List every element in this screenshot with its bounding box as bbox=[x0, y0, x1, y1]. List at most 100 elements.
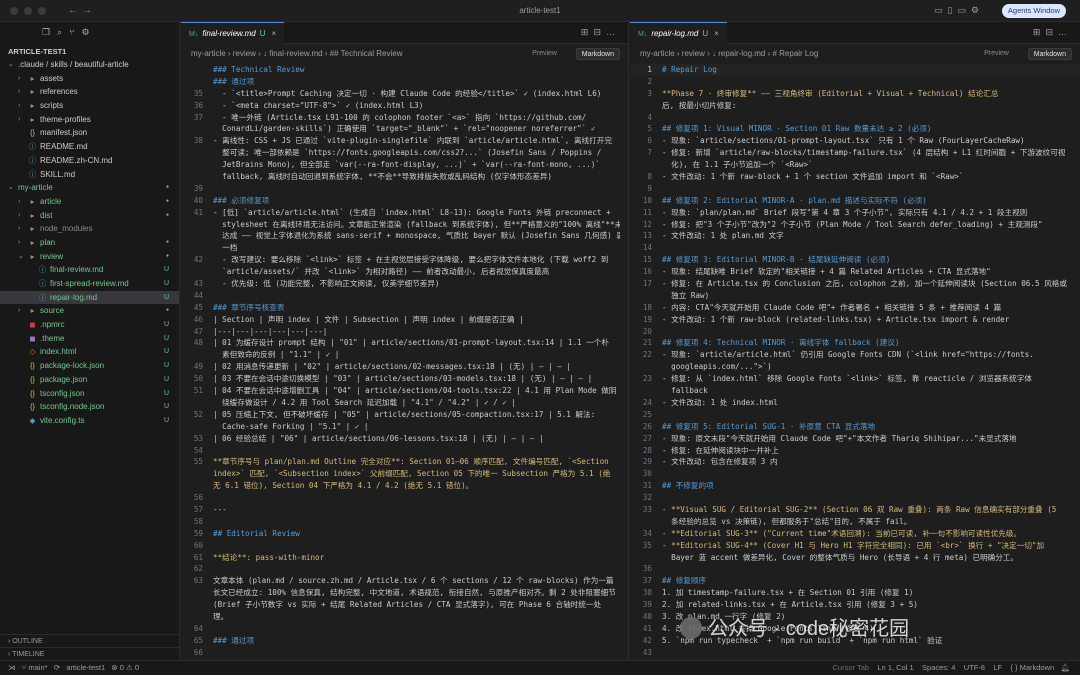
preview-toggle[interactable]: Preview bbox=[979, 48, 1014, 60]
code-line[interactable]: 8 - 文件改动: 1 个新 raw-block + 1 个 section 文件… bbox=[630, 171, 1080, 183]
code-line[interactable]: 33 - **Visual SUG / Editorial SUG-2** (Se… bbox=[630, 504, 1080, 516]
editor-actions-icons[interactable]: ⊞⊟… bbox=[1033, 27, 1072, 38]
problems-indicator[interactable]: ⊗ 0 ⚠ 0 bbox=[111, 663, 139, 672]
tree-folder-row[interactable]: › ▸ dist ● bbox=[0, 209, 179, 223]
tree-file-row[interactable]: ⓘ first-spread-review.md U bbox=[0, 277, 179, 291]
close-tab-icon[interactable]: × bbox=[271, 29, 276, 38]
code-line[interactable]: 55 **章节序号与 plan/plan.md Outline 完全对应**: S… bbox=[181, 456, 628, 468]
code-line[interactable]: 一档 bbox=[181, 242, 628, 254]
code-line[interactable]: ConardLi/garden-skills`) 正确使用 `target="_… bbox=[181, 123, 628, 135]
code-line[interactable]: 38 1. 加 timestamp-failure.tsx + 在 Section… bbox=[630, 587, 1080, 599]
code-line[interactable]: 25 bbox=[630, 409, 1080, 421]
code-line[interactable]: 38 - 离线性: CSS + JS 已通过 `vite-plugin-singl… bbox=[181, 135, 628, 147]
cursor-tab-status[interactable]: Cursor Tab bbox=[833, 663, 870, 672]
timeline-section[interactable]: › TIMELINE bbox=[0, 647, 180, 660]
tree-file-row[interactable]: ⓘ README.zh-CN.md bbox=[0, 154, 179, 168]
code-line[interactable]: 达成 —— 视觉上字体退化为系统 sans-serif + monospace,… bbox=[181, 230, 628, 242]
tree-file-row[interactable]: {} package-lock.json U bbox=[0, 359, 179, 373]
code-line[interactable]: 后, 按最小切片修复: bbox=[630, 100, 1080, 112]
code-line[interactable]: 48 | 01 为缓存设计 prompt 结构 | "01" | article/… bbox=[181, 337, 628, 349]
tree-file-row[interactable]: {} tsconfig.json U bbox=[0, 387, 179, 401]
code-line[interactable]: ### 通过项 bbox=[181, 76, 628, 88]
outline-section[interactable]: › OUTLINE bbox=[0, 634, 180, 647]
code-line[interactable]: 36 - `<meta charset="UTF-8">` ✓ (index.h… bbox=[181, 100, 628, 112]
editor-actions-icons[interactable]: ⊞⊟… bbox=[581, 27, 620, 38]
code-line[interactable]: 36 bbox=[630, 563, 1080, 575]
code-line[interactable]: 37 ## 修复顺序 bbox=[630, 575, 1080, 587]
code-line[interactable]: 10 ## 修复项 2: Editorial MINOR-A · plan.md … bbox=[630, 195, 1080, 207]
tree-folder-row[interactable]: › ▸ source ● bbox=[0, 304, 179, 318]
line-ending[interactable]: LF bbox=[993, 663, 1002, 672]
notifications-icon[interactable]: 🔔︎ bbox=[1060, 663, 1070, 672]
tree-file-row[interactable]: {} tsconfig.node.json U bbox=[0, 400, 179, 414]
tree-file-row[interactable]: ◼ .theme U bbox=[0, 332, 179, 346]
code-line[interactable]: 15 ## 修复项 3: Editorial MINOR-B · 结尾缺延伸阅读 … bbox=[630, 254, 1080, 266]
code-line[interactable]: 59 ## Editorial Review bbox=[181, 528, 628, 540]
code-line[interactable]: 26 ## 修复项 5: Editorial SUG-1 · 补原意 CTA 显式… bbox=[630, 421, 1080, 433]
code-line[interactable]: 60 bbox=[181, 540, 628, 552]
code-line[interactable]: 31 ## 不修复的项 bbox=[630, 480, 1080, 492]
agents-window-button[interactable]: Agents Window bbox=[1001, 4, 1066, 18]
code-line[interactable]: 58 bbox=[181, 516, 628, 528]
code-line[interactable]: 9 bbox=[630, 183, 1080, 195]
code-line[interactable]: 50 | 03 不要在会话中途切换模型 | "03" | article/sect… bbox=[181, 373, 628, 385]
code-line[interactable]: 无 6.1 错位), Section 04 下严格为 4.1 / 4.2 (绝无… bbox=[181, 480, 628, 492]
code-line[interactable]: 24 - 文件改动: 1 处 index.html bbox=[630, 397, 1080, 409]
tree-folder-row[interactable]: ⌄ .claude / skills / beautiful-article bbox=[0, 58, 179, 72]
remote-icon[interactable]: ⋊ bbox=[8, 663, 16, 672]
breadcrumb-path[interactable]: my-article › review › ↓ final-review.md … bbox=[191, 49, 402, 58]
code-line[interactable]: 53 | 06 经验总结 | "06" | article/sections/06… bbox=[181, 433, 628, 445]
code-line[interactable]: 11 - 现象: `plan/plan.md` Brief 段写"第 4 章 3 … bbox=[630, 207, 1080, 219]
tree-folder-row[interactable]: › ▸ references bbox=[0, 85, 179, 99]
chevron-right-icon[interactable]: › bbox=[18, 113, 26, 127]
tree-file-row[interactable]: ⓘ SKILL.md bbox=[0, 168, 179, 182]
code-line[interactable]: 52 | 05 压缩上下文, 但不破坏缓存 | "05" | article/se… bbox=[181, 409, 628, 421]
sync-icon[interactable]: ⟳ bbox=[54, 663, 60, 672]
code-line[interactable]: 46 | Section | 声明 index | 文件 | Subsection… bbox=[181, 314, 628, 326]
code-line[interactable]: 37 - 唯一外链 (Article.tsx L91-100 的 colopho… bbox=[181, 112, 628, 124]
code-line[interactable]: 13 - 文件改动: 1 处 plan.md 文字 bbox=[630, 230, 1080, 242]
tree-folder-row[interactable]: › ▸ assets bbox=[0, 72, 179, 86]
tree-folder-row[interactable]: › ▸ scripts bbox=[0, 99, 179, 113]
code-line[interactable]: 49 | 02 用消息传递更新 | "02" | article/sections… bbox=[181, 361, 628, 373]
code-line[interactable]: ### Technical Review bbox=[181, 64, 628, 76]
tree-file-row[interactable]: ◼ .npmrc U bbox=[0, 318, 179, 332]
code-line[interactable]: 35 - **Editorial SUG-4** (Cover H1 与 Hero… bbox=[630, 540, 1080, 552]
chevron-right-icon[interactable]: › bbox=[18, 209, 26, 223]
tab-repair-log[interactable]: M↓ repair-log.md U × bbox=[630, 22, 727, 44]
tree-folder-row[interactable]: ⌄ ▸ review ● bbox=[0, 250, 179, 264]
workspace-root-label[interactable]: ARTICLE-TEST1 bbox=[0, 44, 179, 58]
chevron-down-icon[interactable]: ⌄ bbox=[8, 181, 16, 195]
code-line[interactable]: 57 --- bbox=[181, 504, 628, 516]
code-line[interactable]: 47 |---|---|---|---|---|---| bbox=[181, 326, 628, 338]
code-line[interactable]: fallback, 离线时自动回退到系统字体, **不会**导致排版失败或乱码结… bbox=[181, 171, 628, 183]
code-line[interactable]: 整可读; 唯一部依赖是 `https://fonts.googleapis.co… bbox=[181, 147, 628, 159]
code-line[interactable]: 61 **结论**: pass-with-minor bbox=[181, 552, 628, 564]
code-line[interactable]: 45 ### 章节序号核查表 bbox=[181, 302, 628, 314]
code-line[interactable]: Cache-safe Forking | "5.1" | ✓ | bbox=[181, 421, 628, 433]
code-line[interactable]: 21 ## 修复项 4: Technical MINOR · 离线字体 fallb… bbox=[630, 337, 1080, 349]
chevron-right-icon[interactable]: › bbox=[18, 236, 26, 250]
code-line[interactable]: 41 - [低] `article/article.html` (生成自 `ind… bbox=[181, 207, 628, 219]
code-line[interactable]: 62 bbox=[181, 563, 628, 575]
tree-file-row[interactable]: {} package.json U bbox=[0, 373, 179, 387]
encoding[interactable]: UTF-8 bbox=[964, 663, 985, 672]
chevron-right-icon[interactable]: › bbox=[18, 195, 26, 209]
code-line[interactable]: 5 ## 修复项 1: Visual MINOR · Section 01 Raw… bbox=[630, 123, 1080, 135]
code-line[interactable]: 35 - `<title>Prompt Caching 决定一切 · 构建 Cl… bbox=[181, 88, 628, 100]
chevron-right-icon[interactable]: › bbox=[18, 222, 26, 236]
code-line[interactable]: 43 - 优先级: 低 (功能完整, 不影响正文阅读, 仅美学细节差异) bbox=[181, 278, 628, 290]
code-line[interactable]: 12 - 修复: 把"3 个子小节"改为"2 个子小节 (Plan Mode / … bbox=[630, 219, 1080, 231]
code-line[interactable]: 32 bbox=[630, 492, 1080, 504]
code-line[interactable]: 64 bbox=[181, 623, 628, 635]
code-line[interactable]: 51 | 04 不要在会话中途增删工具 | "04" | article/sect… bbox=[181, 385, 628, 397]
tree-folder-row[interactable]: › ▸ node_modules bbox=[0, 222, 179, 236]
code-line[interactable]: JetBrains Mono), 但全部走 `var(--ra-font-dis… bbox=[181, 159, 628, 171]
code-line[interactable]: 17 - 修复: 在 Article.tsx 的 Conclusion 之后, c… bbox=[630, 278, 1080, 290]
code-line[interactable]: googleapis.com/...">`) bbox=[630, 361, 1080, 373]
tree-folder-row[interactable]: › ▸ theme-profiles bbox=[0, 113, 179, 127]
code-line[interactable]: 理。 bbox=[181, 611, 628, 623]
code-line[interactable]: 16 - 现象: 结尾缺唯 Brief 软定的"相关链接 + 4 篇 Relate… bbox=[630, 266, 1080, 278]
preview-toggle[interactable]: Preview bbox=[527, 48, 562, 60]
code-line[interactable]: 2 bbox=[630, 76, 1080, 88]
